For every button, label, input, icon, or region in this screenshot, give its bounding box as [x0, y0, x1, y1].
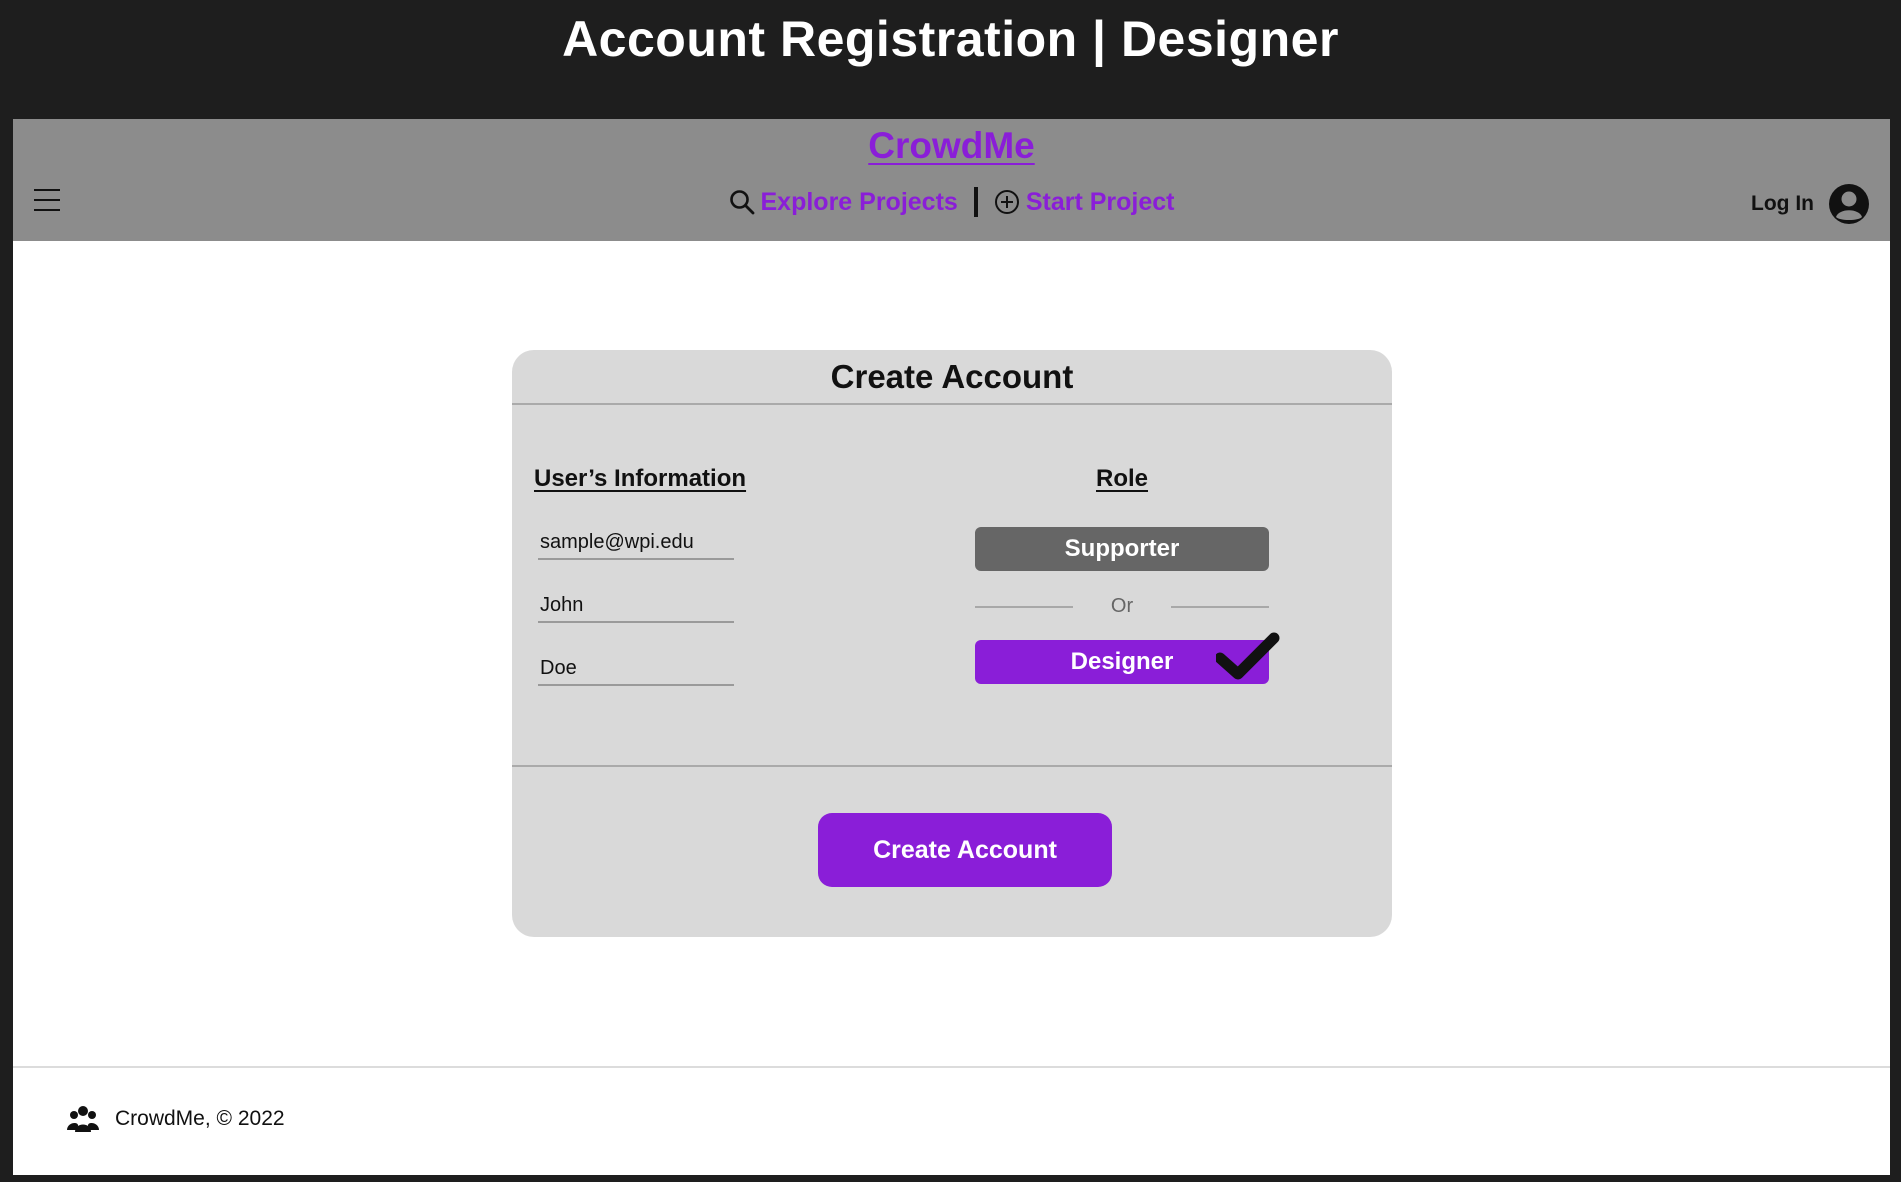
card-header-divider: [512, 403, 1392, 405]
email-field[interactable]: [538, 526, 734, 560]
login-link[interactable]: Log In: [1751, 192, 1814, 216]
footer-copyright: CrowdMe, © 2022: [115, 1107, 285, 1130]
brand-link[interactable]: CrowdMe: [868, 125, 1035, 166]
or-divider: Or: [975, 595, 1269, 618]
start-project-label: Start Project: [1025, 187, 1175, 216]
group-icon: [67, 1106, 99, 1132]
explore-projects-label: Explore Projects: [760, 187, 958, 216]
supporter-button[interactable]: Supporter: [975, 527, 1269, 571]
start-project-link[interactable]: Start Project: [994, 187, 1175, 217]
nav-separator: [973, 187, 978, 217]
navbar: CrowdMe Explore Projects Start Project L…: [13, 119, 1890, 241]
user-avatar-icon[interactable]: [1828, 183, 1870, 225]
app-screen: CrowdMe Explore Projects Start Project L…: [13, 119, 1890, 1175]
checkmark-icon: [1216, 632, 1280, 680]
create-account-button[interactable]: Create Account: [818, 813, 1112, 887]
role-heading: Role: [1096, 465, 1149, 492]
card-title: Create Account: [830, 358, 1074, 395]
footer-divider: [13, 1066, 1890, 1068]
plus-circle-icon: [994, 190, 1019, 214]
user-info-heading: User’s Information: [534, 465, 747, 492]
or-line-right: [1171, 605, 1269, 608]
create-account-card: Create Account User’s Information Role S…: [512, 350, 1392, 937]
brand: CrowdMe: [13, 125, 1890, 167]
search-icon: [729, 190, 754, 215]
or-label: Or: [1110, 595, 1134, 617]
footer: CrowdMe, © 2022: [67, 1104, 285, 1134]
frame-title: Account Registration | Designer: [562, 11, 1339, 67]
card-footer-divider: [512, 765, 1392, 767]
login-area: Log In: [1751, 183, 1870, 225]
last-name-field[interactable]: [538, 652, 734, 686]
or-line-left: [975, 605, 1073, 608]
first-name-field[interactable]: [538, 589, 734, 623]
explore-projects-link[interactable]: Explore Projects: [729, 188, 958, 217]
nav-links: Explore Projects Start Project: [13, 187, 1890, 217]
